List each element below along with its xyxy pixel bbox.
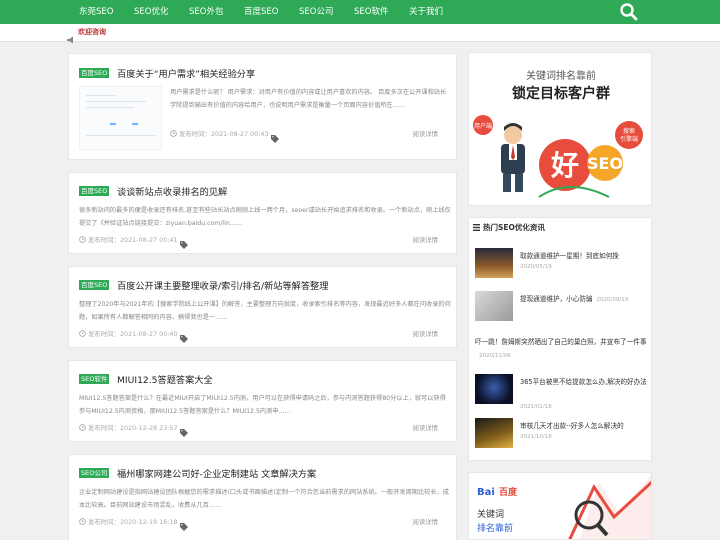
hot-news-title-text[interactable]: 审核几天才出款--好多人怎么解决的 xyxy=(520,420,648,433)
hot-news-thumbnail xyxy=(475,248,513,278)
tags-icon[interactable] xyxy=(180,234,190,253)
post-date: 发布时间：2021-08-27 00:40 xyxy=(79,329,178,338)
baidu-logo-text: Bai xyxy=(477,487,495,498)
hot-news-title-text[interactable]: 365平台被黑不给提款怎么办,解决的好办法 xyxy=(520,376,648,389)
search-icon[interactable] xyxy=(618,1,640,23)
post-excerpt: MIUI12.5答题答案是什么？在最近MIUI开启了MIUI12.5内测，用户可… xyxy=(79,395,446,415)
hot-news-title-text[interactable]: 吓一跳！詹姆斯突然晒出了自己的巢白照，并宣布了一件事2020/11/06 xyxy=(475,336,647,363)
post-card: SEO公司 福州哪家网建公司好-企业定制建站 文章解决方案 企业定制网站建设是指… xyxy=(68,454,457,540)
post-tag[interactable]: 百度SEO xyxy=(79,186,110,196)
nav-item-dongguan-seo[interactable]: 东莞SEO xyxy=(79,0,113,24)
bubble-engine: 引擎端 xyxy=(620,135,638,143)
hot-news-title: 热门SEO优化资讯 xyxy=(473,222,545,233)
notice-bar: 欢迎咨询 xyxy=(0,24,720,44)
post-card: SEO软件 MIUI12.5答题答案大全 MIUI12.5答题答案是什么？在最近… xyxy=(68,360,457,442)
post-title[interactable]: 百度公开课主要整理收录/索引/排名/新站等解答整理 xyxy=(117,278,328,292)
hot-news-thumbnail xyxy=(475,418,513,448)
post-excerpt: 很多新站问的最多的便是收录还有排名,甚至有些站长站点刚刚上线一两个月，seoer… xyxy=(79,207,451,227)
read-more-link[interactable]: 阅读详情 xyxy=(412,129,438,138)
nav-item-seo-outsource[interactable]: SEO外包 xyxy=(189,0,223,24)
tags-icon[interactable] xyxy=(180,516,190,535)
hot-news-item[interactable]: 取款通道维护一星期！到底如何挽 2020/05/19 xyxy=(475,248,649,280)
post-tag[interactable]: SEO软件 xyxy=(79,374,110,384)
hot-news-item[interactable]: 365平台被黑不给提款怎么办,解决的好办法 2021/02/18 xyxy=(475,374,649,410)
ad-illustration: 用户端 好 SEO 搜索 引擎端 xyxy=(473,115,643,198)
hot-news-item[interactable]: 提现通道维护，小心防骗 2020/09/19 xyxy=(475,291,649,323)
post-card: 百度SEO 百度公开课主要整理收录/索引/排名/新站等解答整理 整理了2020年… xyxy=(68,266,457,348)
nav-item-seo-software[interactable]: SEO软件 xyxy=(354,0,388,24)
bubble-search: 搜索 xyxy=(623,127,635,135)
post-card: 百度SEO 谈谈新站点收录排名的见解 很多新站问的最多的便是收录还有排名,甚至有… xyxy=(68,172,457,254)
clock-icon xyxy=(170,130,177,137)
post-title[interactable]: MIUI12.5答题答案大全 xyxy=(117,372,213,386)
clock-icon xyxy=(79,236,86,243)
nav-item-seo-optimize[interactable]: SEO优化 xyxy=(134,0,168,24)
post-title[interactable]: 谈谈新站点收录排名的见解 xyxy=(117,184,227,198)
notice-text[interactable]: 欢迎咨询 xyxy=(78,27,106,37)
baidu-logo-cn: 百度 xyxy=(499,486,518,498)
ad-subheadline: 锁定目标客户群 xyxy=(512,86,610,102)
tags-icon[interactable] xyxy=(271,128,281,147)
post-tag[interactable]: SEO公司 xyxy=(79,468,110,478)
post-excerpt: 整理了2020年与2021年的【搜索学院线上公开课】的解答，主要整理方向就度，收… xyxy=(79,301,451,321)
hot-news-item[interactable]: 吓一跳！詹姆斯突然晒出了自己的巢白照，并宣布了一件事2020/11/06 xyxy=(475,336,649,364)
tags-icon[interactable] xyxy=(180,422,190,441)
hot-news-date: 2021/02/18 xyxy=(520,404,552,410)
post-tag[interactable]: 百度SEO xyxy=(79,280,110,290)
ad-banner-keyword-ranking[interactable]: 关键词排名靠前 锁定目标客户群 用户端 好 SEO 搜索 引擎端 xyxy=(468,52,652,206)
nav-item-seo-company[interactable]: SEO公司 xyxy=(299,0,333,24)
post-date: 发布时间：2020-12-19 16:18 xyxy=(79,517,178,526)
hot-news-item[interactable]: 审核几天才出款--好多人怎么解决的 2021/10/18 xyxy=(475,418,649,450)
ad2-line1: 关键词 xyxy=(477,508,504,520)
clock-icon xyxy=(79,330,86,337)
nav-item-about[interactable]: 关于我们 xyxy=(409,0,443,24)
read-more-link[interactable]: 阅读详情 xyxy=(412,517,438,526)
hot-news-thumbnail xyxy=(475,374,513,404)
person-head xyxy=(504,126,522,144)
clock-icon xyxy=(79,424,86,431)
hot-news-date: 2020/05/19 xyxy=(520,264,552,270)
list-icon xyxy=(473,224,480,231)
ad-banner-baidu[interactable]: Bai 百度 关键词 排名靠前 xyxy=(468,472,652,540)
hot-news-date: 2021/10/18 xyxy=(520,434,552,440)
ad2-illustration: Bai 百度 关键词 排名靠前 xyxy=(477,475,651,539)
read-more-link[interactable]: 阅读详情 xyxy=(412,329,438,338)
post-date: 发布时间：2020-12-28 23:57 xyxy=(79,423,178,432)
post-card: 百度SEO 百度关于“用户需求”相关经验分享 用户需求是什么呢？ 用户需求：对用… xyxy=(68,53,457,160)
clock-icon xyxy=(79,518,86,525)
post-tag[interactable]: 百度SEO xyxy=(79,68,110,78)
read-more-link[interactable]: 阅读详情 xyxy=(412,423,438,432)
seo-text: SEO xyxy=(587,154,623,173)
hot-news-date: 2020/09/19 xyxy=(596,297,629,303)
top-nav: 东莞SEO SEO优化 SEO外包 百度SEO SEO公司 SEO软件 关于我们 xyxy=(0,0,720,24)
read-more-link[interactable]: 阅读详情 xyxy=(412,235,438,244)
ad-headline: 关键词排名靠前 xyxy=(526,71,596,82)
hot-news-date: 2020/11/06 xyxy=(479,353,511,359)
post-title[interactable]: 福州哪家网建公司好-企业定制建站 文章解决方案 xyxy=(117,466,316,480)
post-excerpt: 用户需求是什么呢？ 用户需求：对用户有价值的内容或让用户喜欢的内容。 百度多次在… xyxy=(170,89,447,109)
ad2-line2: 排名靠前 xyxy=(477,522,513,534)
megaphone-icon xyxy=(67,29,75,44)
post-date: 发布时间：2021-08-27 00:41 xyxy=(79,235,178,244)
post-excerpt: 企业定制网站建设是指网站建设团队根据您的需求描述(口头或书面描述)定制一个符合您… xyxy=(79,489,449,509)
hot-news-title-text[interactable]: 取款通道维护一星期！到底如何挽 xyxy=(520,250,648,263)
hot-news-title-text[interactable]: 提现通道维护，小心防骗 2020/09/19 xyxy=(520,293,650,307)
post-thumbnail[interactable] xyxy=(79,86,162,150)
nav-item-baidu-seo[interactable]: 百度SEO xyxy=(244,0,278,24)
big-character: 好 xyxy=(550,149,579,182)
post-title[interactable]: 百度关于“用户需求”相关经验分享 xyxy=(117,66,255,80)
hot-news-thumbnail xyxy=(475,291,513,321)
hot-news-panel: 热门SEO优化资讯 取款通道维护一星期！到底如何挽 2020/05/19 提现通… xyxy=(468,217,652,461)
bubble-user: 用户端 xyxy=(474,122,492,130)
post-date: 发布时间：2021-08-27 00:43 xyxy=(170,129,269,138)
tags-icon[interactable] xyxy=(180,328,190,347)
